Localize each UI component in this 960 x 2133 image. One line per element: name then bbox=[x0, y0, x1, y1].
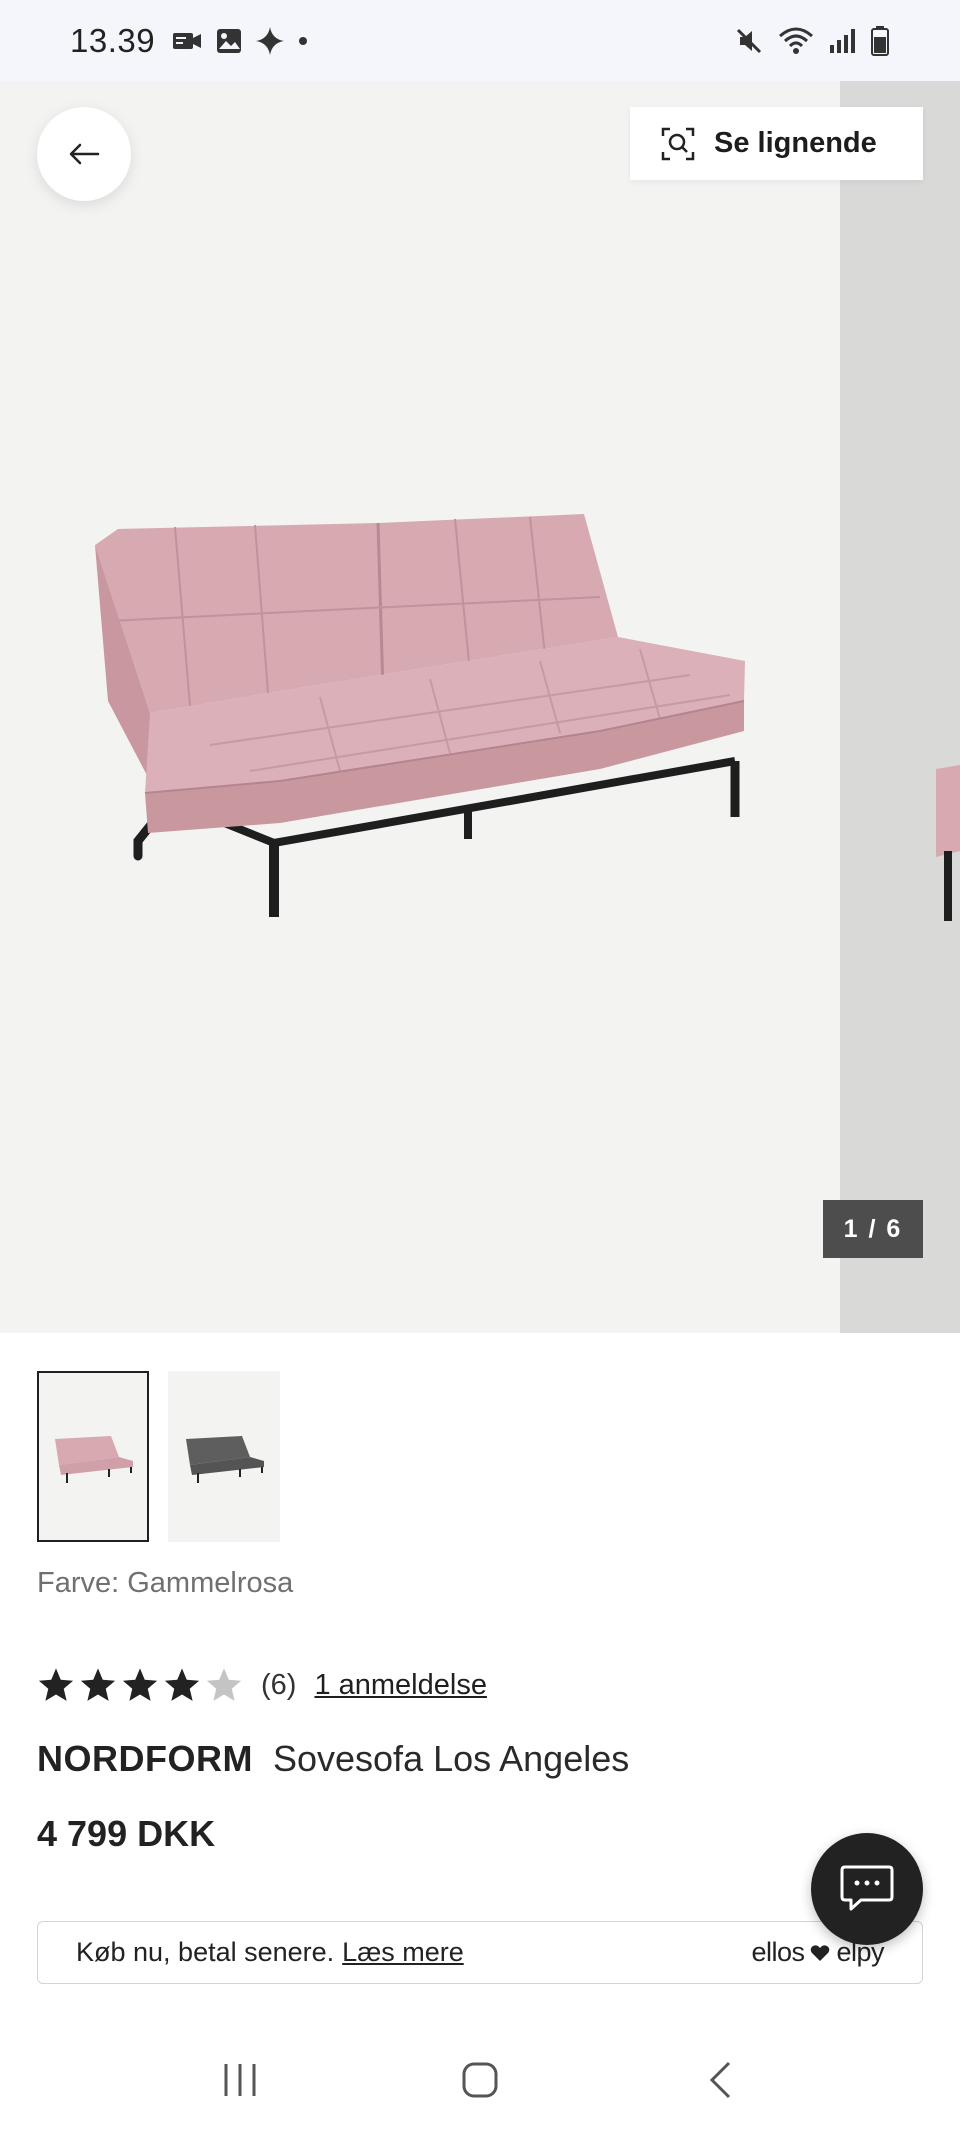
home-icon bbox=[462, 2062, 498, 2098]
image-counter: 1 / 6 bbox=[823, 1200, 923, 1258]
back-nav-button[interactable] bbox=[680, 2050, 760, 2110]
brand-name[interactable]: NORDFORM bbox=[37, 1738, 253, 1780]
signal-icon bbox=[830, 28, 855, 53]
star-filled-icon bbox=[164, 1668, 200, 1701]
rating-count: (6) bbox=[261, 1668, 297, 1701]
next-image-peek[interactable] bbox=[840, 81, 960, 1333]
color-label: Farve: Gammelrosa bbox=[37, 1567, 294, 1599]
thumbnail-dark-grey[interactable] bbox=[168, 1371, 280, 1542]
video-call-icon bbox=[173, 32, 202, 49]
product-price: 4 799 DKK bbox=[37, 1813, 216, 1854]
heart-icon bbox=[811, 1944, 830, 1961]
star-filled-icon bbox=[80, 1668, 116, 1701]
status-time: 13.39 bbox=[70, 21, 156, 59]
wifi-icon bbox=[779, 27, 813, 54]
rating-stars bbox=[37, 1666, 243, 1704]
pay-later-text: Køb nu, betal senere. bbox=[76, 1937, 335, 1967]
next-image-sofa-preview bbox=[936, 765, 960, 921]
mute-icon bbox=[736, 28, 762, 53]
logo-ellos: ellos bbox=[751, 1937, 805, 1967]
gallery-icon bbox=[217, 28, 242, 53]
read-more-link[interactable]: Læs mere bbox=[342, 1937, 464, 1968]
back-nav-icon bbox=[709, 2061, 731, 2099]
product-name: Sovesofa Los Angeles bbox=[272, 1738, 630, 1779]
rating-row: (6) 1 anmeldelse bbox=[37, 1664, 487, 1706]
back-button[interactable] bbox=[37, 107, 131, 201]
system-nav-bar bbox=[0, 2027, 960, 2133]
pay-later-banner: Køb nu, betal senere. Læs mere ellos elp… bbox=[37, 1921, 923, 1984]
sparkle-icon bbox=[256, 26, 285, 55]
status-left-icons bbox=[171, 26, 309, 56]
star-empty-icon bbox=[206, 1668, 242, 1701]
star-filled-icon bbox=[38, 1668, 74, 1701]
product-image-sofa[interactable] bbox=[0, 81, 840, 1333]
star-filled-icon bbox=[122, 1668, 158, 1701]
thumbnail-sofa-grey bbox=[186, 1435, 264, 1483]
chat-button[interactable] bbox=[811, 1833, 923, 1945]
status-right-icons bbox=[734, 25, 890, 57]
see-similar-button[interactable]: Se lignende bbox=[630, 107, 923, 180]
product-title: NORDFORM Sovesofa Los Angeles bbox=[37, 1738, 629, 1780]
recent-apps-button[interactable] bbox=[200, 2050, 280, 2110]
battery-icon bbox=[871, 25, 889, 56]
recent-apps-icon bbox=[224, 2064, 256, 2096]
chat-bubble-icon bbox=[840, 1865, 894, 1911]
visual-search-icon bbox=[661, 127, 695, 160]
thumbnail-gammelrosa[interactable] bbox=[37, 1371, 149, 1542]
status-bar: 13.39 bbox=[0, 0, 960, 81]
home-button[interactable] bbox=[440, 2050, 520, 2110]
dot-icon bbox=[299, 36, 308, 45]
arrow-left-icon bbox=[69, 143, 100, 165]
see-similar-label: Se lignende bbox=[714, 127, 877, 159]
thumbnail-sofa-pink bbox=[55, 1435, 133, 1483]
reviews-link[interactable]: 1 anmeldelse bbox=[314, 1669, 487, 1702]
product-image-gallery[interactable]: 1 / 6 bbox=[0, 81, 960, 1333]
